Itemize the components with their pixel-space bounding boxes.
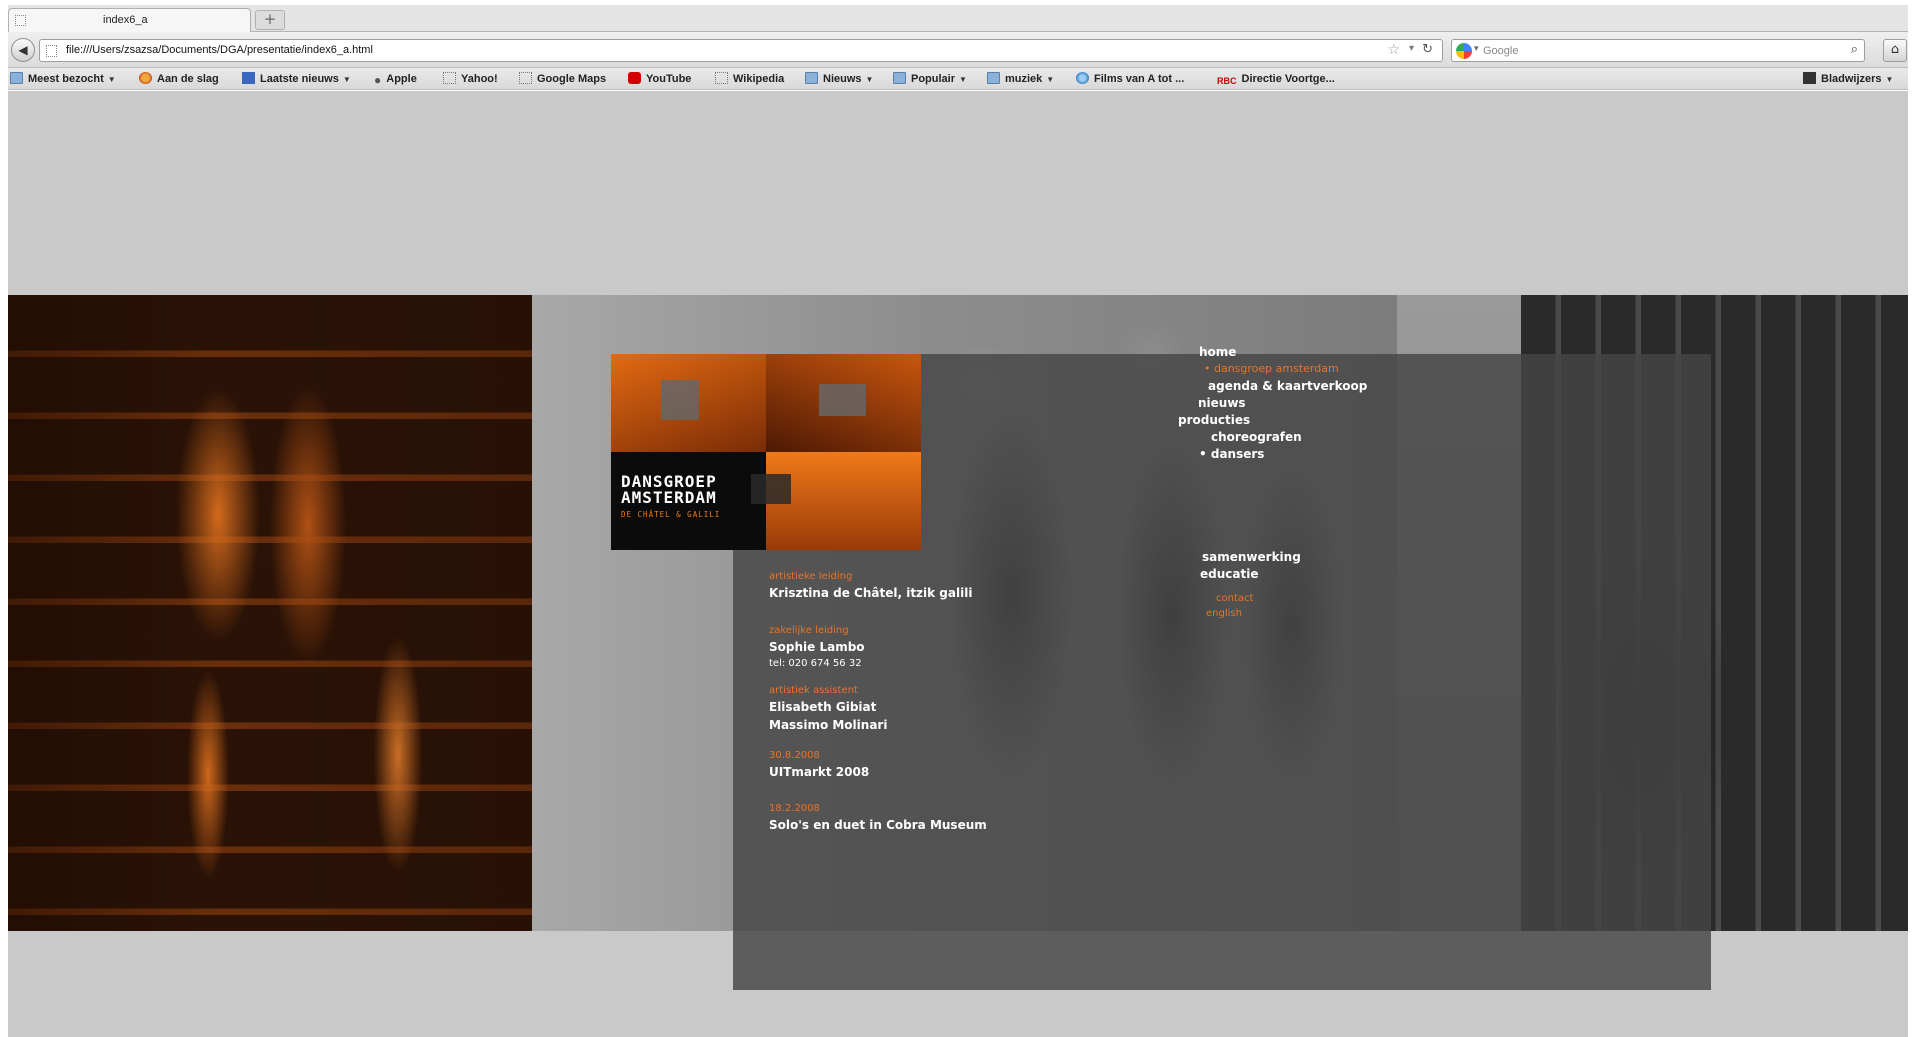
nav-producties[interactable]: producties xyxy=(1178,413,1250,427)
back-arrow-icon: ◀ xyxy=(18,43,28,57)
bookmark-yahoo[interactable]: Yahoo! xyxy=(443,71,498,87)
rss-icon xyxy=(242,72,255,84)
page-favicon-icon xyxy=(15,15,26,26)
home-button[interactable]: ⌂ xyxy=(1883,39,1907,62)
bookmark-star-icon[interactable]: ☆ xyxy=(1387,42,1400,58)
window-edge xyxy=(1908,91,1916,1037)
logo-glyph xyxy=(751,474,791,504)
nav-home[interactable]: home xyxy=(1199,345,1236,359)
folder-icon xyxy=(10,72,23,84)
bookmark-populair[interactable]: Populair ▼ xyxy=(893,71,967,87)
tab-title: index6_a xyxy=(103,14,148,26)
search-icon[interactable]: ⌕ xyxy=(1851,42,1858,57)
history-dropdown-icon[interactable]: ▾ xyxy=(1409,43,1414,54)
bookmark-laatste-nieuws[interactable]: Laatste nieuws ▼ xyxy=(242,71,351,87)
dropdown-arrow-icon: ▼ xyxy=(959,75,967,84)
phone-number: tel: 020 674 56 32 xyxy=(769,658,862,669)
label-zakelijke-leiding: zakelijke leiding xyxy=(769,625,849,636)
folder-icon xyxy=(893,72,906,84)
bookmark-meest-bezocht[interactable]: Meest bezocht ▼ xyxy=(10,71,116,87)
bookmarks-toolbar: Meest bezocht ▼ Aan de slag Laatste nieuw… xyxy=(8,68,1908,90)
folder-icon xyxy=(805,72,818,84)
nav-english[interactable]: english xyxy=(1206,608,1242,619)
url-text[interactable]: file:///Users/zsazsa/Documents/DGA/prese… xyxy=(66,44,373,56)
dropdown-arrow-icon: ▼ xyxy=(342,75,351,84)
logo-title: DANSGROEP AMSTERDAM xyxy=(621,472,717,507)
dropdown-arrow-icon: ▼ xyxy=(1046,75,1055,84)
news-item-2[interactable]: Solo's en duet in Cobra Museum xyxy=(769,818,987,832)
tab-bar: index6_a + xyxy=(8,5,1908,32)
bookmark-directie[interactable]: RBC Directie Voortge... xyxy=(1217,71,1335,87)
bookmarks-menu[interactable]: Bladwijzers ▼ xyxy=(1803,71,1893,87)
news-date-1: 30.8.2008 xyxy=(769,750,820,761)
bookmark-films[interactable]: Films van A tot ... xyxy=(1076,71,1184,87)
dropdown-arrow-icon: ▼ xyxy=(1885,75,1894,84)
url-bar[interactable]: file:///Users/zsazsa/Documents/DGA/prese… xyxy=(39,39,1443,62)
search-bar[interactable]: ▾ Google ⌕ xyxy=(1451,39,1865,62)
bookmark-nieuws[interactable]: Nieuws ▼ xyxy=(805,71,873,87)
page-icon xyxy=(715,72,728,84)
navigation-toolbar: ◀ file:///Users/zsazsa/Documents/DGA/pre… xyxy=(8,32,1908,68)
value-zakelijke-leiding: Sophie Lambo xyxy=(769,640,865,654)
new-tab-button[interactable]: + xyxy=(255,10,285,30)
logo-glyph xyxy=(661,380,699,420)
dropdown-arrow-icon: ▼ xyxy=(865,75,874,84)
nav-dansers[interactable]: • dansers xyxy=(1199,447,1264,461)
hero-band: DANSGROEP AMSTERDAM DE CHÂTEL & GALILI ho… xyxy=(8,295,1908,990)
photo-shade xyxy=(8,295,532,931)
dga-logo[interactable]: DANSGROEP AMSTERDAM DE CHÂTEL & GALILI xyxy=(611,354,921,550)
folder-icon xyxy=(987,72,1000,84)
nav-samenwerking[interactable]: samenwerking xyxy=(1202,550,1301,564)
bookmark-youtube[interactable]: YouTube xyxy=(628,71,691,87)
search-engine-dropdown-icon[interactable]: ▾ xyxy=(1474,44,1479,54)
browser-window: index6_a + ◀ file:///Users/zsazsa/Docume… xyxy=(0,0,1916,1037)
bookmarks-menu-icon xyxy=(1803,72,1816,84)
nav-educatie[interactable]: educatie xyxy=(1200,567,1258,581)
page-identity-icon xyxy=(46,45,57,57)
value-artistieke-leiding: Krisztina de Châtel, itzik galili xyxy=(769,586,973,600)
nav-contact[interactable]: contact xyxy=(1216,593,1253,604)
page-icon xyxy=(443,72,456,84)
logo-subtitle: DE CHÂTEL & GALILI xyxy=(621,510,721,519)
nav-agenda[interactable]: agenda & kaartverkoop xyxy=(1208,379,1367,393)
bookmark-wikipedia[interactable]: Wikipedia xyxy=(715,71,784,87)
search-placeholder[interactable]: Google xyxy=(1483,45,1518,57)
logo-glyph xyxy=(819,384,866,416)
firefox-icon xyxy=(139,72,152,84)
value-assistent-1: Elisabeth Gibiat xyxy=(769,700,877,714)
google-icon[interactable] xyxy=(1456,43,1472,59)
youtube-icon xyxy=(628,72,641,84)
bookmark-apple[interactable]: ● Apple xyxy=(374,71,417,87)
dropdown-arrow-icon: ▼ xyxy=(107,75,116,84)
bookmark-google-maps[interactable]: Google Maps xyxy=(519,71,606,87)
bookmark-aan-de-slag[interactable]: Aan de slag xyxy=(139,71,219,87)
news-item-1[interactable]: UITmarkt 2008 xyxy=(769,765,869,779)
news-date-2: 18.2.2008 xyxy=(769,803,820,814)
page-viewport: DANSGROEP AMSTERDAM DE CHÂTEL & GALILI ho… xyxy=(8,91,1908,1037)
nav-dansgroep-amsterdam[interactable]: • dansgroep amsterdam xyxy=(1204,362,1339,375)
globe-icon xyxy=(1076,72,1089,84)
apple-icon: ● xyxy=(374,73,382,87)
label-artistiek-assistent: artistiek assistent xyxy=(769,685,858,696)
nav-choreografen[interactable]: choreografen xyxy=(1211,430,1302,444)
value-assistent-2: Massimo Molinari xyxy=(769,718,888,732)
browser-tab[interactable]: index6_a xyxy=(8,8,251,32)
page-icon xyxy=(519,72,532,84)
reload-icon[interactable]: ↻ xyxy=(1422,42,1433,57)
nav-nieuws[interactable]: nieuws xyxy=(1198,396,1246,410)
rbc-icon: RBC xyxy=(1217,76,1237,86)
back-button[interactable]: ◀ xyxy=(11,38,35,62)
label-artistieke-leiding: artistieke leiding xyxy=(769,571,853,582)
home-icon: ⌂ xyxy=(1890,42,1900,57)
bookmark-muziek[interactable]: muziek ▼ xyxy=(987,71,1054,87)
